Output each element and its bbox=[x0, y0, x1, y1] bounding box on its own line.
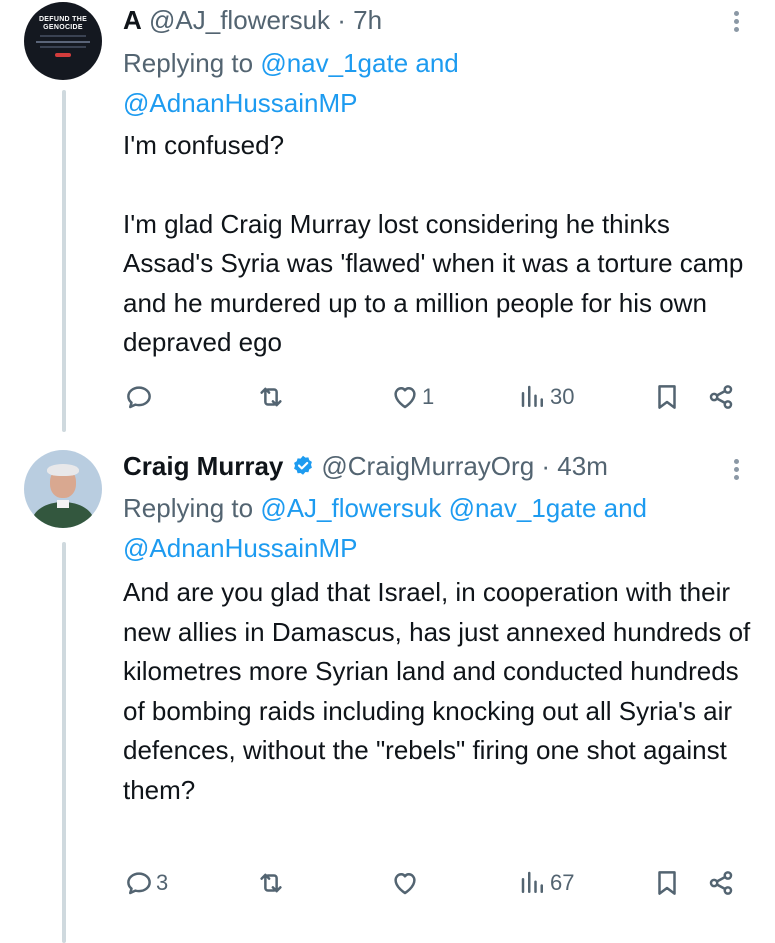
tweet-craig-murray[interactable]: Craig Murray @CraigMurrayOrg · 43m Replyi… bbox=[0, 432, 775, 943]
mention-link[interactable]: @nav_1gate bbox=[260, 48, 408, 78]
bookmark-button[interactable] bbox=[652, 377, 682, 417]
views-icon bbox=[521, 385, 543, 407]
reply-icon bbox=[127, 872, 151, 895]
tweet-paragraph: I'm confused? bbox=[123, 130, 285, 160]
mention-link[interactable]: @AdnanHussainMP bbox=[123, 88, 358, 118]
bookmark-icon bbox=[658, 871, 676, 895]
display-name[interactable]: Craig Murray bbox=[123, 451, 283, 481]
mention-link[interactable]: @AJ_flowersuk bbox=[260, 493, 441, 523]
retweet-button[interactable] bbox=[256, 377, 288, 417]
mention-link[interactable]: @nav_1gate bbox=[449, 493, 597, 523]
display-name[interactable]: A bbox=[123, 5, 142, 35]
replying-to: Replying to @AJ_flowersuk @nav_1gate and… bbox=[123, 488, 743, 568]
replying-to: Replying to @nav_1gate and @AdnanHussain… bbox=[123, 43, 743, 123]
share-button[interactable] bbox=[706, 377, 736, 417]
action-bar: 1 30 bbox=[0, 377, 775, 417]
handle[interactable]: @AJ_flowersuk bbox=[149, 5, 330, 35]
timestamp[interactable]: · 43m bbox=[541, 451, 607, 481]
like-button[interactable] bbox=[390, 863, 422, 903]
heart-icon bbox=[394, 873, 416, 895]
like-button[interactable]: 1 bbox=[390, 377, 434, 417]
like-count: 1 bbox=[422, 384, 435, 409]
avatar-button-graphic bbox=[55, 53, 71, 57]
views-count: 30 bbox=[550, 384, 575, 409]
replying-to-joiner[interactable]: and bbox=[604, 493, 647, 523]
heart-icon bbox=[394, 387, 416, 409]
more-icon[interactable] bbox=[728, 8, 744, 36]
reply-button[interactable] bbox=[124, 377, 156, 417]
replying-to-prefix: Replying to bbox=[123, 493, 254, 523]
avatar-title-line-1: DEFUND THE bbox=[38, 16, 88, 23]
reply-count: 3 bbox=[156, 870, 169, 895]
views-button[interactable]: 30 bbox=[518, 377, 574, 417]
retweet-icon bbox=[260, 387, 282, 407]
views-count: 67 bbox=[550, 870, 575, 895]
share-button[interactable] bbox=[706, 863, 736, 903]
avatar[interactable]: DEFUND THE GENOCIDE bbox=[24, 2, 102, 80]
tweet-text: I'm confused? I'm glad Craig Murray lost… bbox=[123, 126, 763, 363]
action-bar: 3 67 bbox=[0, 863, 775, 903]
replying-to-joiner[interactable]: and bbox=[415, 48, 458, 78]
avatar-text-line bbox=[36, 41, 90, 43]
reply-icon bbox=[127, 386, 151, 409]
tweet-paragraph: I'm glad Craig Murray lost considering h… bbox=[123, 208, 744, 358]
avatar-title-line-2: GENOCIDE bbox=[43, 24, 83, 31]
tweet-text: And are you glad that Israel, in coopera… bbox=[123, 573, 763, 810]
tweet-header: Craig Murray @CraigMurrayOrg · 43m bbox=[123, 446, 608, 486]
retweet-icon bbox=[260, 873, 282, 893]
views-button[interactable]: 67 bbox=[518, 863, 574, 903]
avatar-text-line bbox=[40, 35, 86, 37]
tweet-header: A @AJ_flowersuk · 7h bbox=[123, 0, 382, 40]
bookmark-button[interactable] bbox=[652, 863, 682, 903]
share-icon bbox=[709, 385, 733, 409]
verified-badge-icon bbox=[294, 455, 313, 475]
more-icon[interactable] bbox=[728, 456, 744, 484]
handle[interactable]: @CraigMurrayOrg bbox=[321, 451, 534, 481]
bookmark-icon bbox=[658, 385, 676, 409]
avatar[interactable] bbox=[24, 450, 102, 528]
retweet-button[interactable] bbox=[256, 863, 288, 903]
share-icon bbox=[709, 871, 733, 895]
avatar-text-line bbox=[40, 46, 86, 48]
reply-button[interactable]: 3 bbox=[124, 863, 168, 903]
timestamp[interactable]: · 7h bbox=[337, 5, 382, 35]
views-icon bbox=[521, 871, 543, 893]
replying-to-prefix: Replying to bbox=[123, 48, 254, 78]
tweet-paragraph: And are you glad that Israel, in coopera… bbox=[123, 577, 751, 805]
tweet-a[interactable]: DEFUND THE GENOCIDE A @AJ_flowersuk · 7h… bbox=[0, 0, 775, 432]
mention-link[interactable]: @AdnanHussainMP bbox=[123, 533, 358, 563]
